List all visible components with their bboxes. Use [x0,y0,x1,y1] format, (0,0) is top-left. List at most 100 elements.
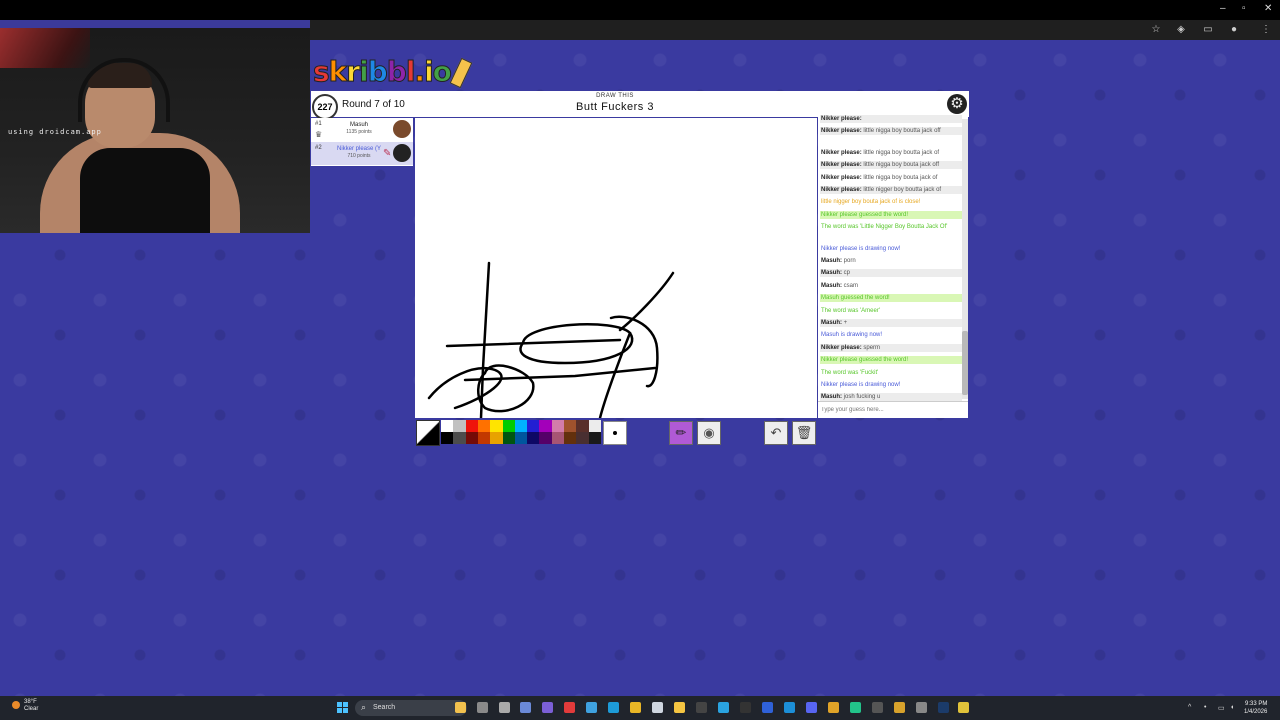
chat-message: Masuh guessed the word! [820,294,962,303]
mic-icon[interactable]: • [1204,704,1206,711]
app-icon[interactable] [652,702,663,713]
color-swatch[interactable] [465,432,478,444]
tray-chevron-icon[interactable]: ^ [1188,704,1191,711]
color-swatch[interactable] [477,420,491,432]
color-swatch[interactable] [551,420,565,432]
drawing-canvas[interactable] [415,118,817,418]
app-icon[interactable] [542,702,553,713]
color-swatch[interactable] [527,432,540,444]
color-swatch[interactable] [453,420,466,432]
telegram-icon[interactable] [718,702,729,713]
color-swatch[interactable] [527,420,540,432]
chrome-icon[interactable] [828,702,839,713]
settings-gear-icon[interactable]: ⚙ [947,94,967,114]
search-label: Search [373,704,396,711]
app-icon[interactable] [520,702,531,713]
windows-start-icon[interactable] [337,702,349,714]
color-swatch[interactable] [514,420,528,432]
current-color-preview[interactable] [416,420,440,446]
chat-text: The word was 'Little Nigger Boy Boutta J… [821,224,948,231]
bookmark-star-icon[interactable]: ☆ [1150,24,1162,36]
chat-message: Masuh is drawing now! [820,331,962,339]
app-icon[interactable] [872,702,883,713]
profile-icon[interactable]: ● [1228,24,1240,36]
clear-canvas-button[interactable]: 🗑 [792,421,816,445]
color-swatch[interactable] [441,420,454,432]
chat-scrollbar[interactable] [962,119,968,399]
taskbar-search[interactable]: ⌕ Search [355,700,467,716]
color-swatch[interactable] [576,432,589,444]
color-swatch[interactable] [551,432,565,444]
chat-message: Nikker please guessed the word! [820,210,962,219]
color-swatch[interactable] [576,420,589,432]
color-swatch[interactable] [490,420,503,432]
chrome-icon[interactable] [894,702,905,713]
network-icon[interactable]: ▭ [1218,704,1225,712]
discord-icon[interactable] [806,702,817,713]
player-row[interactable]: #2 Nikker please (Y 710 points ✎ [311,142,413,165]
app-icon[interactable] [586,702,597,713]
app-icon[interactable] [958,702,969,713]
chat-message: Nikker please: little nigga boy bouta ja… [820,161,962,170]
chat-username: Masuh: [821,258,842,264]
player-row[interactable]: #1 ♛ Masuh 1135 points [311,118,413,141]
app-icon[interactable] [762,702,773,713]
color-swatch[interactable] [588,432,601,444]
color-swatch[interactable] [539,420,552,432]
color-swatch[interactable] [588,420,601,432]
edge-icon[interactable] [784,702,795,713]
player-name: Masuh [349,122,368,128]
scrollbar-thumb[interactable] [962,331,968,395]
maximize-button[interactable]: ▫ [1242,3,1246,14]
color-swatch[interactable] [441,432,454,444]
menu-icon[interactable]: ⋮ [1260,24,1272,36]
weather-icon[interactable] [12,701,20,709]
steam-icon[interactable] [938,702,949,713]
chat-message: Nikker please: sperm [820,343,962,352]
chat-message: Masuh: csam [820,282,962,290]
color-swatch[interactable] [514,432,528,444]
color-swatch[interactable] [465,420,478,432]
weather-widget[interactable]: 38°F Clear [24,699,38,713]
chat-text: Nikker please guessed the word! [821,211,909,218]
webcam-overlay: using droidcam.app [0,28,310,233]
brush-size-button[interactable] [603,421,627,445]
color-swatch[interactable] [502,420,515,432]
undo-button[interactable]: ↶ [764,421,788,445]
app-icon[interactable] [608,702,619,713]
app-icon[interactable] [850,702,861,713]
guess-input[interactable] [819,404,967,416]
file-explorer-icon[interactable] [455,702,466,713]
app-icon[interactable] [696,702,707,713]
app-icon[interactable] [916,702,927,713]
color-swatch[interactable] [453,432,466,444]
chat-text: porn [843,258,856,264]
weather-desc: Clear [24,706,39,712]
app-icon[interactable] [477,702,488,713]
app-icon[interactable] [740,702,751,713]
pen-tool-button[interactable]: ✏ [669,421,693,445]
color-swatch[interactable] [477,432,491,444]
close-window-button[interactable]: ✕ [1264,3,1272,14]
color-swatch[interactable] [564,432,577,444]
color-swatch[interactable] [502,432,515,444]
color-swatch[interactable] [490,432,503,444]
player-list: #1 ♛ Masuh 1135 points #2 Nikker please … [311,118,413,166]
clock-date: 1/4/2026 [1244,709,1268,715]
color-swatch[interactable] [539,432,552,444]
app-icon[interactable] [499,702,510,713]
minimize-button[interactable]: – [1220,3,1226,14]
taskbar-clock[interactable]: 9:33 PM 1/4/2026 [1244,700,1267,716]
search-icon: ⌕ [361,702,367,712]
cast-icon[interactable]: ▭ [1202,24,1214,36]
color-palette [441,420,601,444]
folder-icon[interactable] [674,702,685,713]
chat-text: Nikker please is drawing now! [821,245,901,252]
color-swatch[interactable] [564,420,577,432]
chrome-icon[interactable] [630,702,641,713]
chat-message-list[interactable]: Nikker please: Nikker please: little nig… [818,115,962,403]
volume-icon[interactable]: ◖ [1230,704,1234,711]
extensions-icon[interactable]: ◈ [1175,24,1187,36]
app-icon[interactable] [564,702,575,713]
fill-tool-button[interactable]: ◉ [697,421,721,445]
